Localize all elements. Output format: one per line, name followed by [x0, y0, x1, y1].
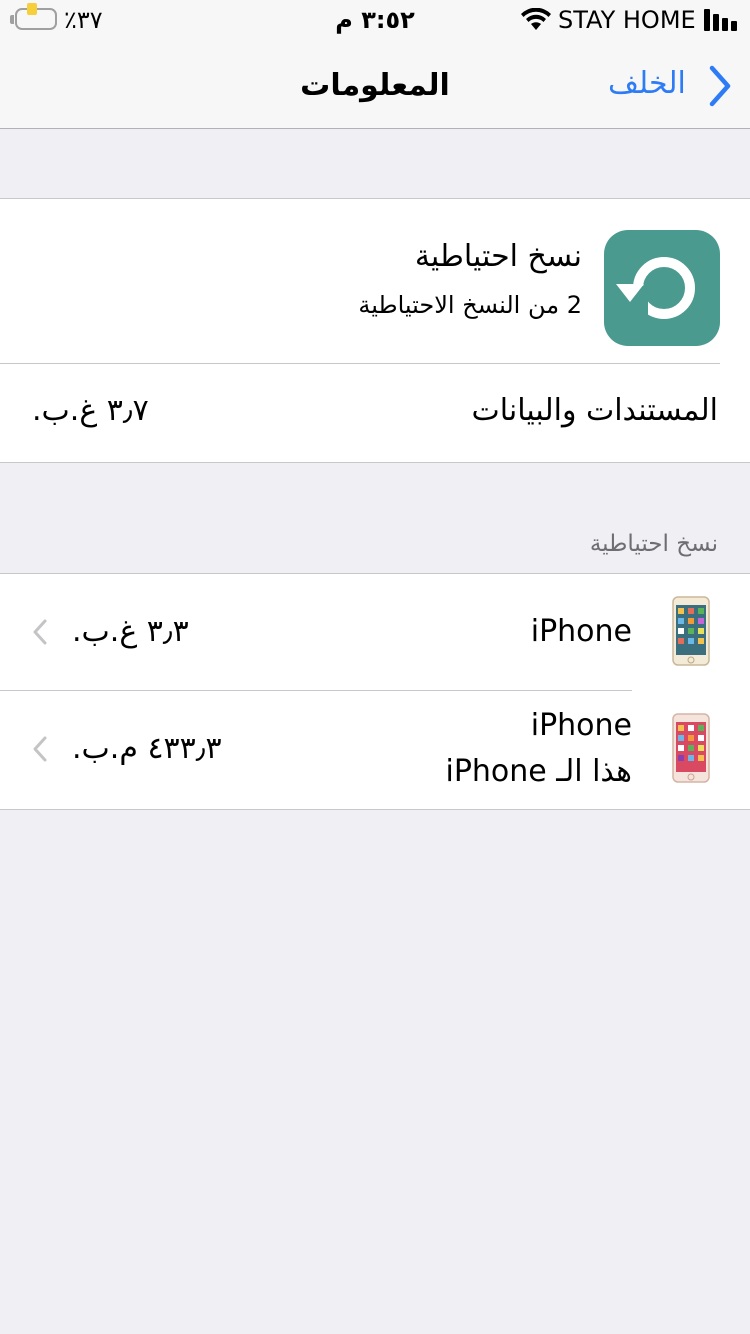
device-name: iPhone	[530, 708, 632, 743]
documents-data-value: ٣٫٧ غ.ب.	[32, 393, 149, 428]
app-subtitle: 2 من النسخ الاحتياطية	[358, 291, 582, 319]
back-button[interactable]: الخلف	[604, 64, 744, 108]
backup-size: ٤٣٣٫٣ م.ب.	[72, 731, 222, 766]
status-bar: ٪٣٧ ٣:٥٢ م STAY HOME	[0, 0, 750, 40]
backups-section-header: نسخ احتياطية	[589, 531, 718, 557]
iphone-device-icon	[672, 596, 710, 666]
chevron-right-icon	[709, 65, 731, 107]
iphone-device-icon	[672, 713, 710, 783]
chevron-left-icon	[33, 736, 47, 762]
signal-bars-icon	[704, 9, 738, 31]
documents-data-label: المستندات والبيانات	[471, 393, 719, 428]
app-name: نسخ احتياطية	[414, 239, 582, 274]
carrier-name: STAY HOME	[558, 6, 696, 34]
backup-restore-icon	[616, 257, 695, 319]
device-subtitle: هذا الـ iPhone	[445, 754, 632, 789]
backup-size: ٣٫٣ غ.ب.	[72, 614, 189, 649]
wifi-icon	[521, 8, 551, 30]
device-name: iPhone	[530, 614, 632, 649]
app-icon	[604, 230, 720, 346]
back-button-label: الخلف	[608, 66, 686, 101]
backup-row-iphone-1[interactable]: iPhone ٣٫٣ غ.ب.	[0, 574, 750, 690]
backup-row-iphone-2[interactable]: iPhone هذا الـ iPhone ٤٣٣٫٣ م.ب.	[0, 691, 750, 807]
chevron-left-icon	[33, 619, 47, 645]
divider	[0, 363, 720, 364]
